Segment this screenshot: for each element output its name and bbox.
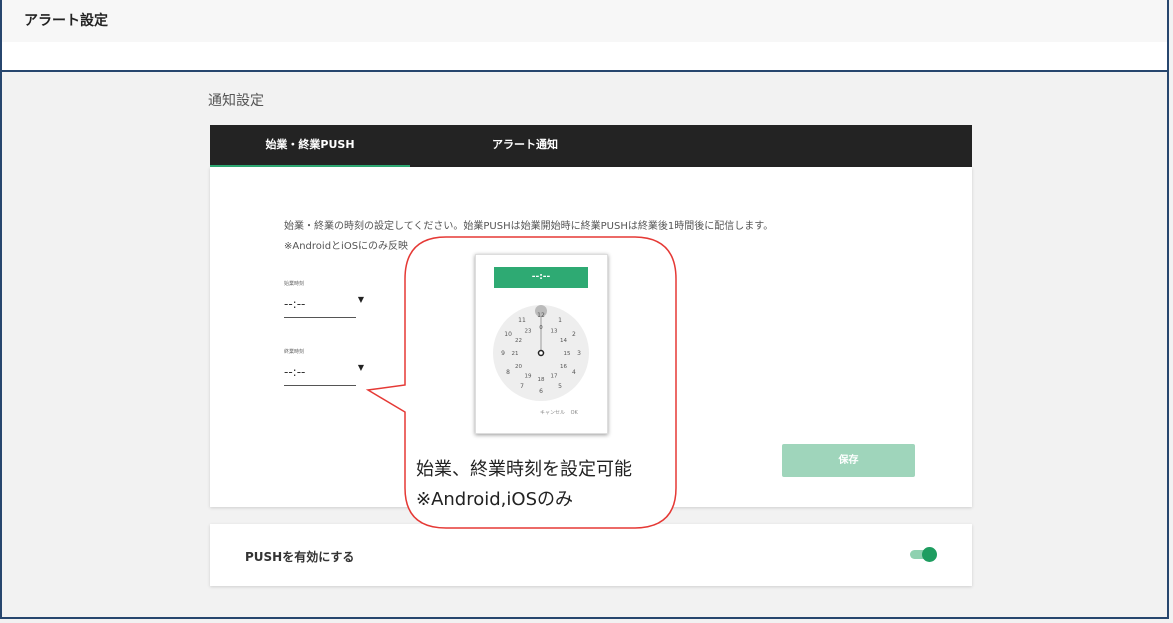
clock-number: 3 xyxy=(577,350,581,357)
push-enable-card: PUSHを有効にする xyxy=(210,524,972,586)
clock-number: 2 xyxy=(572,331,576,338)
clock-number: 5 xyxy=(558,383,562,390)
clock-number: 7 xyxy=(520,383,524,390)
callout-line-2: ※Android,iOSのみ xyxy=(416,489,573,510)
start-time-value: --:-- xyxy=(284,297,306,311)
dropdown-arrow-icon: ▼ xyxy=(357,295,364,304)
picker-cancel: キャンセル xyxy=(540,410,566,416)
clock-number: 11 xyxy=(518,317,526,324)
tab-start-end-push[interactable]: 始業・終業PUSH xyxy=(210,125,410,167)
clock-number: 14 xyxy=(560,338,567,344)
start-time-label: 始業時刻 xyxy=(284,281,305,287)
clock-center xyxy=(537,349,545,357)
clock-number: 6 xyxy=(539,388,543,395)
section-title: 通知設定 xyxy=(208,93,264,109)
clock-number: 4 xyxy=(572,369,576,376)
header-bar xyxy=(2,0,1167,42)
clock-number: 19 xyxy=(525,374,532,380)
clock-number: 17 xyxy=(551,374,558,380)
clock-number: 20 xyxy=(515,364,522,370)
dropdown-arrow-icon: ▼ xyxy=(357,363,364,372)
clock-face: 12123456789101101314151617181920212223 xyxy=(493,305,589,401)
toggle-knob xyxy=(922,547,937,562)
push-enable-label: PUSHを有効にする xyxy=(245,550,355,564)
start-time-field[interactable]: 始業時刻 --:-- ▼ xyxy=(284,280,364,318)
clock-number: 0 xyxy=(539,325,543,331)
note-text: ※AndroidとiOSにのみ反映 xyxy=(284,241,409,252)
app-header: アラート設定 xyxy=(2,0,1167,72)
page-title: アラート設定 xyxy=(24,13,108,29)
clock-number: 10 xyxy=(504,331,512,338)
clock-number: 22 xyxy=(515,338,522,344)
clock-number: 12 xyxy=(537,312,545,319)
tab-alert-notification[interactable]: アラート通知 xyxy=(440,125,610,167)
save-button[interactable]: 保存 xyxy=(782,444,915,477)
clock-number: 23 xyxy=(525,329,532,335)
end-time-label: 終業時刻 xyxy=(284,349,305,355)
time-picker-preview: --:-- 12 1 2 3 4 5 6 7 8 9 10 11 0 13 14 15 16 17 18 19 20 21… xyxy=(475,254,608,434)
clock-number: 9 xyxy=(501,350,505,357)
picker-actions: キャンセル OK xyxy=(536,409,578,416)
description-text: 始業・終業の時刻の設定してください。始業PUSHは始業開始時に終業PUSHは終業… xyxy=(284,221,774,232)
end-time-field[interactable]: 終業時刻 --:-- ▼ xyxy=(284,348,364,386)
start-time-select[interactable]: --:-- ▼ xyxy=(284,295,364,318)
clock-number: 16 xyxy=(560,364,567,370)
end-time-select[interactable]: --:-- ▼ xyxy=(284,363,364,386)
end-time-value: --:-- xyxy=(284,365,306,379)
callout-line-1: 始業、終業時刻を設定可能 xyxy=(416,459,632,480)
clock-number: 21 xyxy=(512,351,519,357)
clock-number: 13 xyxy=(551,329,558,335)
clock-number: 15 xyxy=(564,351,571,357)
clock-number: 1 xyxy=(558,317,562,324)
tab-bar: 始業・終業PUSH アラート通知 xyxy=(210,125,972,167)
clock-number: 8 xyxy=(506,369,510,376)
clock-number: 18 xyxy=(538,377,545,383)
picker-ok: OK xyxy=(570,410,578,416)
push-toggle[interactable] xyxy=(910,547,938,563)
